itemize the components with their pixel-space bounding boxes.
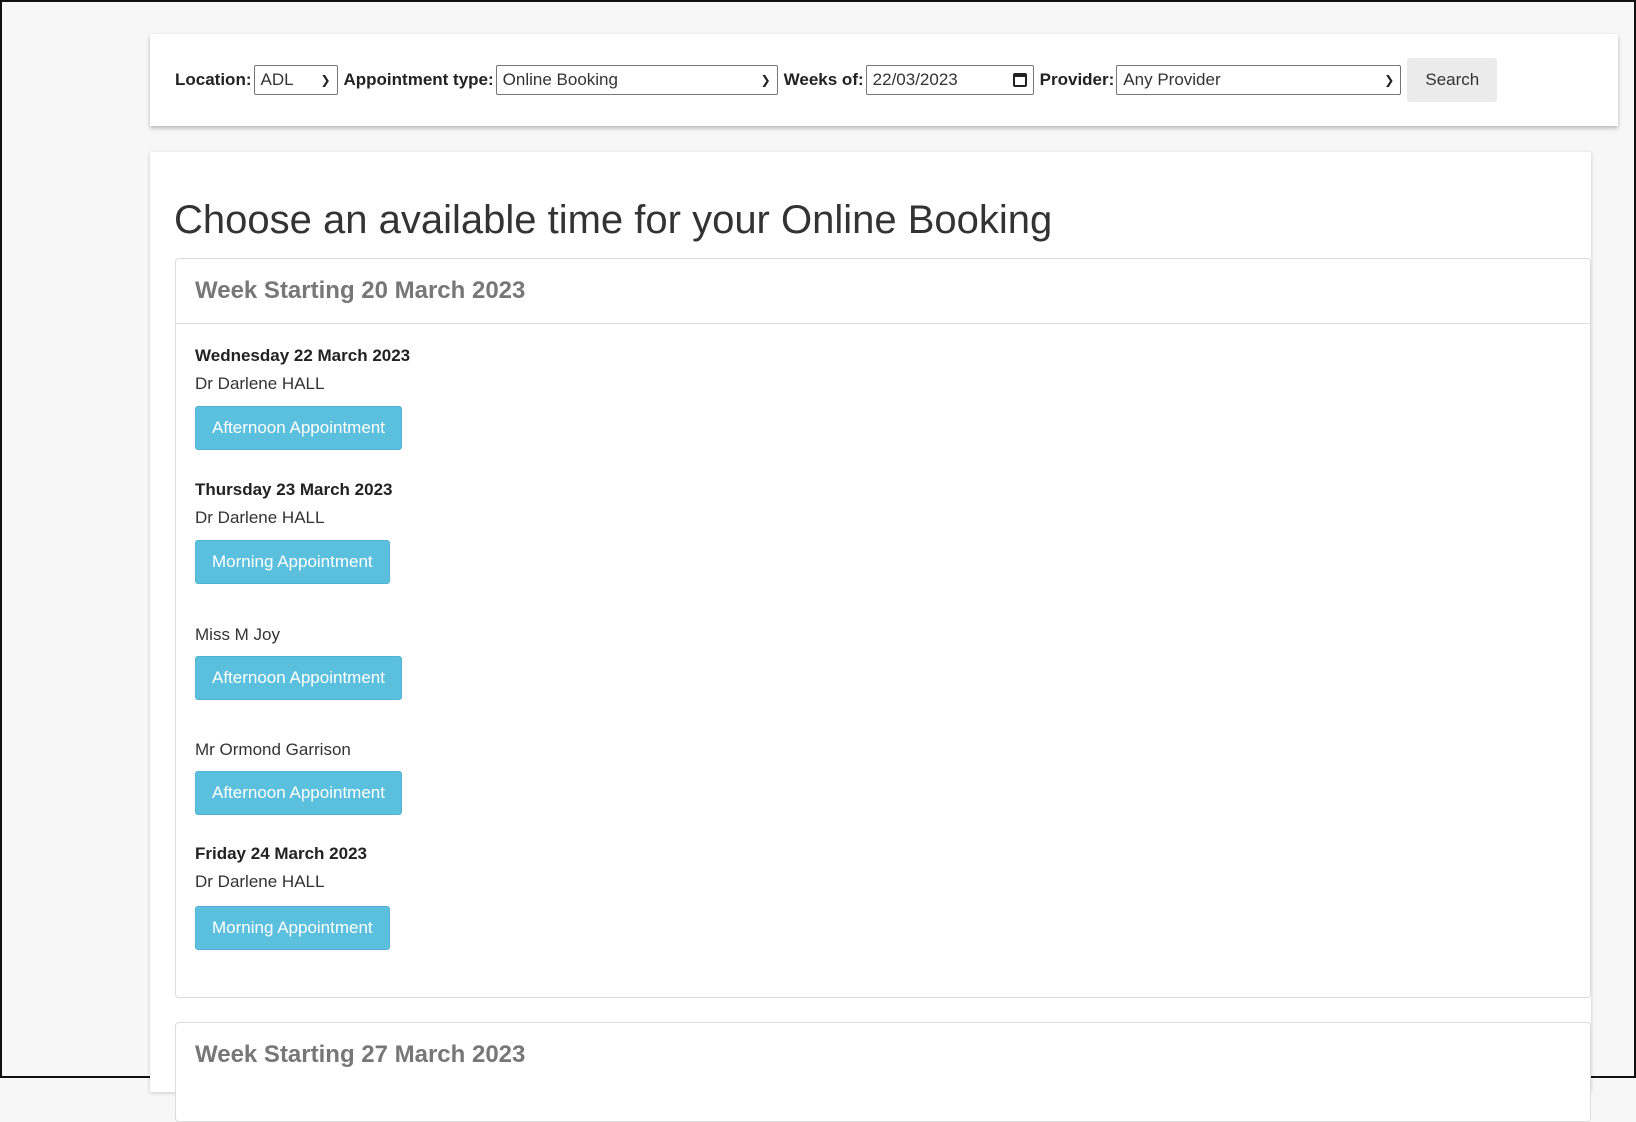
provider-name: Dr Darlene HALL (195, 508, 325, 527)
week-panel: Week Starting 27 March 2023 (175, 1022, 1591, 1122)
provider-value: Any Provider (1123, 70, 1221, 89)
browser-viewport: Location: ADL ❯ Appointment type: Online… (0, 0, 1636, 1122)
chevron-down-icon: ❯ (760, 73, 771, 87)
week-panel: Week Starting 20 March 2023 Wednesday 22… (175, 258, 1591, 998)
location-label: Location: (175, 70, 252, 89)
day-heading: Thursday 23 March 2023 (195, 480, 393, 499)
day-heading: Friday 24 March 2023 (195, 844, 367, 863)
chevron-down-icon: ❯ (320, 73, 331, 87)
appointment-button[interactable]: Morning Appointment (195, 540, 390, 584)
provider-select[interactable]: Any Provider ❯ (1116, 65, 1402, 95)
page-title: Choose an available time for your Online… (174, 198, 1053, 242)
search-bar: Location: ADL ❯ Appointment type: Online… (150, 34, 1618, 126)
chevron-down-icon: ❯ (1384, 73, 1395, 87)
location-select[interactable]: ADL ❯ (253, 65, 338, 95)
appointment-type-value: Online Booking (502, 70, 618, 89)
provider-name: Miss M Joy (195, 625, 280, 644)
appointment-type-label: Appointment type: (343, 70, 494, 89)
results-card: Choose an available time for your Online… (150, 152, 1591, 1122)
weeks-of-date-input[interactable]: 22/03/2023 (865, 65, 1034, 95)
appointment-button[interactable]: Morning Appointment (195, 906, 390, 950)
week-heading: Week Starting 20 March 2023 (176, 259, 1590, 324)
appointment-button[interactable]: Afternoon Appointment (195, 406, 402, 450)
day-heading: Wednesday 22 March 2023 (195, 346, 411, 365)
weeks-of-value: 22/03/2023 (872, 70, 958, 89)
appointment-type-select[interactable]: Online Booking ❯ (495, 65, 778, 95)
provider-label: Provider: (1039, 70, 1115, 89)
provider-name: Dr Darlene HALL (195, 872, 325, 891)
location-value: ADL (260, 70, 294, 89)
appointment-button[interactable]: Afternoon Appointment (195, 656, 402, 700)
provider-name: Mr Ormond Garrison (195, 740, 351, 759)
provider-name: Dr Darlene HALL (195, 374, 325, 393)
search-button[interactable]: Search (1407, 58, 1498, 102)
calendar-icon[interactable] (1012, 73, 1027, 87)
appointment-button[interactable]: Afternoon Appointment (195, 771, 402, 815)
week-heading: Week Starting 27 March 2023 (195, 1041, 526, 1068)
weeks-of-label: Weeks of: (783, 70, 864, 89)
